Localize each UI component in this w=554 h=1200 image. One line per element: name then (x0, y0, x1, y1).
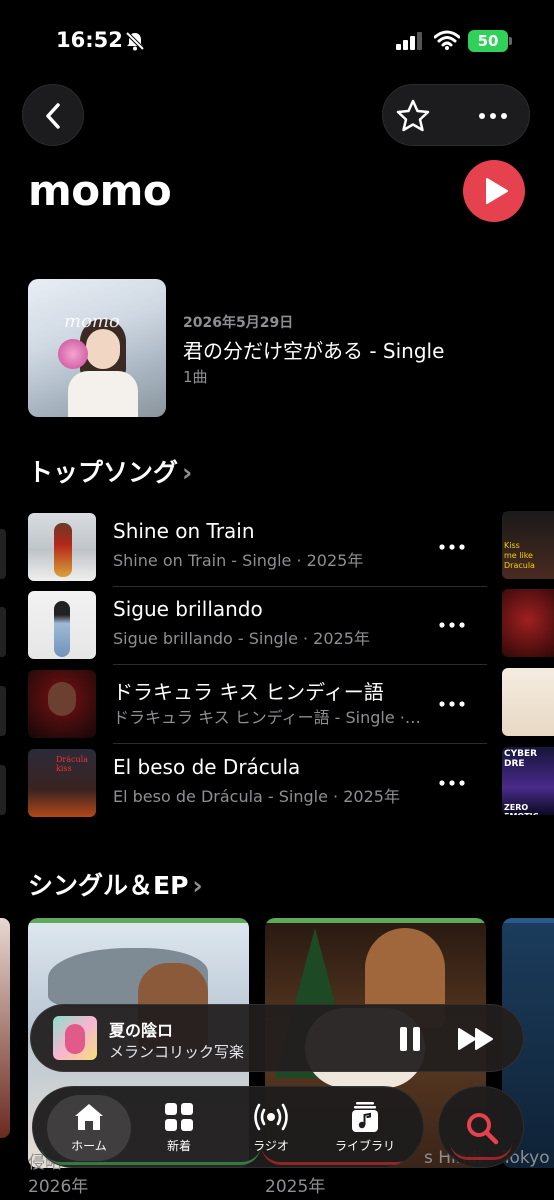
song-artwork (28, 513, 96, 581)
song-title: Sigue brillando (113, 597, 263, 621)
chevron-right-icon: › (192, 871, 203, 900)
song-subtitle: El beso de Drácula - Single · 2025年 (113, 787, 400, 806)
bell-slash-icon (125, 31, 145, 51)
previous-column-edge (0, 765, 6, 815)
tab-bar: ホーム 新着 ラジオ ライブラリ (32, 1086, 424, 1168)
chevron-right-icon: › (182, 458, 193, 487)
now-playing-artwork (53, 1016, 97, 1060)
action-pill (382, 84, 530, 146)
song-title: El beso de Drácula (113, 755, 301, 779)
ep-year: 2026年 (28, 1177, 89, 1197)
ep-year: 2025年 (265, 1177, 326, 1197)
row-divider (113, 743, 487, 744)
release-date: 2026年5月29日 (183, 315, 294, 331)
latest-release-artwork[interactable]: momo (28, 279, 166, 417)
ellipsis-icon[interactable] (475, 98, 511, 134)
song-subtitle: ドラキュラ キス ヒンディー語 - Single · 2025年 (113, 708, 423, 727)
chevron-left-icon (46, 103, 60, 129)
song-artwork (28, 749, 96, 817)
ellipsis-icon[interactable] (436, 771, 468, 795)
status-bar: 16:52 50 (0, 0, 554, 80)
mini-player[interactable]: 夏の陰ロ メランコリック写楽 (30, 1004, 524, 1072)
previous-column-edge (0, 529, 6, 579)
previous-ep-card-edge[interactable] (0, 918, 10, 1138)
grid-icon (165, 1103, 193, 1131)
artist-title: momo (28, 166, 172, 215)
tab-library[interactable]: ライブラリ (325, 1097, 405, 1159)
song-subtitle: Sigue brillando - Single · 2025年 (113, 629, 370, 648)
singles-eps-heading-label: シングル＆EP (28, 871, 189, 900)
house-icon (75, 1104, 103, 1130)
play-icon (486, 178, 508, 204)
song-row[interactable]: ドラキュラ キス ヒンディー語 ドラキュラ キス ヒンディー語 - Single… (0, 666, 554, 744)
song-row[interactable]: El beso de Drácula El beso de Drácula - … (0, 745, 554, 823)
battery-tip (509, 37, 512, 45)
song-row[interactable]: Shine on Train Shine on Train - Single ·… (0, 509, 554, 587)
release-track-count: 1曲 (183, 368, 208, 386)
now-playing-title: 夏の陰ロ (109, 1021, 174, 1040)
artwork-figure-face (86, 329, 120, 369)
row-divider (113, 664, 487, 665)
top-songs-heading-label: トップソング (28, 458, 179, 487)
song-subtitle: Shine on Train - Single · 2025年 (113, 551, 364, 570)
star-icon[interactable] (395, 98, 431, 134)
next-column-artwork[interactable] (502, 511, 554, 579)
tab-library-label: ライブラリ (334, 1139, 395, 1153)
ellipsis-icon[interactable] (436, 692, 468, 716)
previous-column-edge (0, 686, 6, 736)
play-button[interactable] (463, 160, 525, 222)
tab-radio[interactable]: ラジオ (231, 1097, 311, 1159)
music-library-icon (352, 1102, 378, 1132)
next-column-artwork[interactable] (502, 589, 554, 657)
wifi-icon (434, 30, 460, 50)
top-songs-heading[interactable]: トップソング › (28, 453, 192, 489)
forward-icon[interactable] (457, 1025, 495, 1053)
tab-home[interactable]: ホーム (49, 1097, 129, 1159)
next-column-artwork[interactable] (502, 668, 554, 736)
now-playing-artist: メランコリック写楽 (109, 1043, 245, 1061)
tab-new-label: 新着 (166, 1139, 191, 1153)
song-title: ドラキュラ キス ヒンディー語 (113, 680, 384, 704)
next-column-artwork[interactable] (502, 747, 554, 815)
back-button[interactable] (22, 84, 84, 146)
status-time: 16:52 (56, 28, 123, 52)
artwork-figure-body (68, 371, 138, 417)
cellular-signal-icon (396, 32, 422, 50)
ellipsis-icon[interactable] (436, 613, 468, 637)
artwork-flower (58, 339, 88, 369)
song-row[interactable]: Sigue brillando Sigue brillando - Single… (0, 587, 554, 665)
search-button-glow (450, 1124, 512, 1160)
release-title[interactable]: 君の分だけ空がある - Single (183, 335, 444, 364)
artwork-script-text: momo (64, 311, 120, 332)
pause-icon[interactable] (397, 1025, 423, 1053)
tab-radio-label: ラジオ (253, 1139, 289, 1153)
ellipsis-icon[interactable] (436, 535, 468, 559)
radio-waves-icon (254, 1103, 288, 1131)
tab-new[interactable]: 新着 (139, 1097, 219, 1159)
tab-home-label: ホーム (71, 1139, 107, 1153)
song-artwork (28, 591, 96, 659)
battery-charging-icon: 50 (468, 30, 508, 52)
song-title: Shine on Train (113, 519, 255, 543)
singles-eps-heading[interactable]: シングル＆EP › (28, 866, 203, 902)
song-artwork (28, 670, 96, 738)
previous-column-edge (0, 607, 6, 657)
